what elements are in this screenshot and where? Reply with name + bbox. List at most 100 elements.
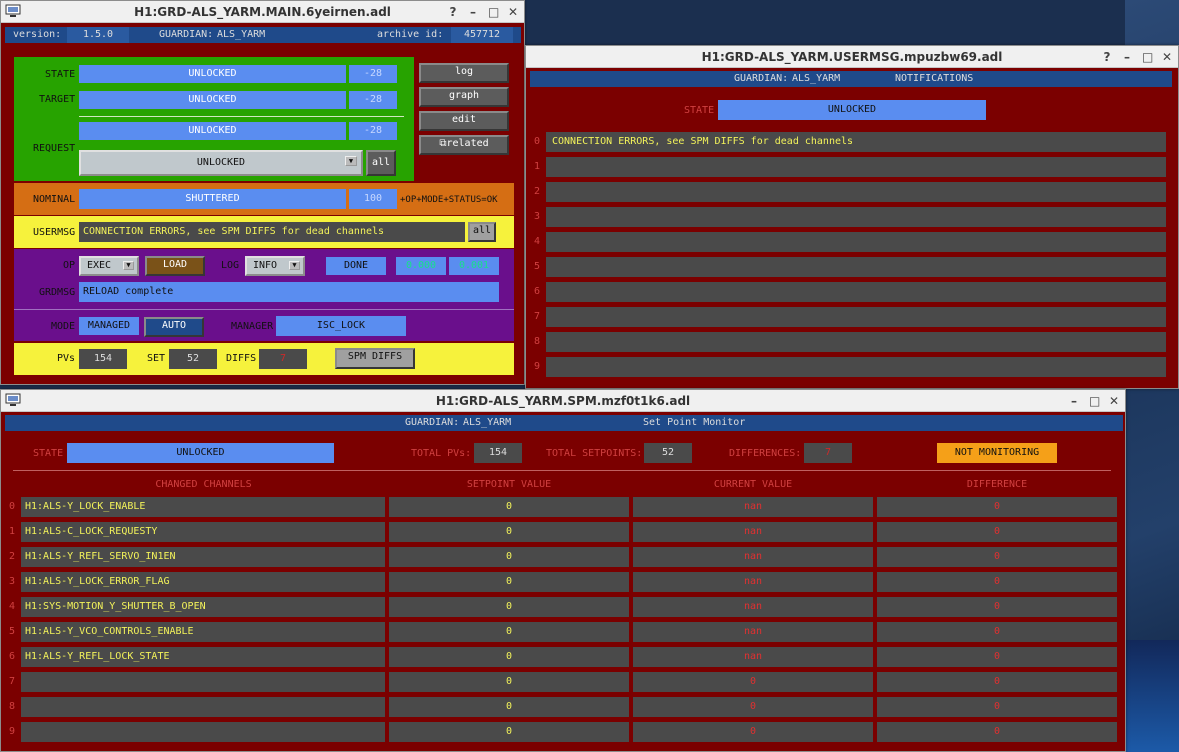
spm-header: GUARDIAN: ALS_YARM Set Point Monitor [5, 415, 1123, 431]
target-value: UNLOCKED [79, 91, 346, 109]
request-select-value: UNLOCKED [196, 157, 246, 168]
pvs-value: 154 [79, 349, 127, 369]
close-icon[interactable]: ✕ [508, 1, 518, 23]
total-pvs-value: 154 [474, 443, 522, 463]
channel-name: H1:ALS-Y_REFL_LOCK_STATE [21, 647, 385, 667]
total-setpoints-label: TOTAL SETPOINTS: [546, 448, 643, 459]
row-index: 5 [9, 626, 16, 637]
notification-row [546, 182, 1166, 202]
difference-value: 0 [877, 647, 1117, 667]
notification-index: 5 [534, 261, 541, 272]
channel-name: H1:ALS-Y_REFL_SERVO_IN1EN [21, 547, 385, 567]
col-current-value: CURRENT VALUE [713, 479, 793, 490]
row-index: 2 [9, 551, 16, 562]
state-label: STATE [45, 69, 76, 80]
notification-row [546, 357, 1166, 377]
setpoint-value: 0 [389, 597, 629, 617]
spm-titlebar[interactable]: H1:GRD-ALS_YARM.SPM.mzf0t1k6.adl – □ ✕ [1, 390, 1125, 412]
main-titlebar[interactable]: H1:GRD-ALS_YARM.MAIN.6yeirnen.adl ? – □ ✕ [1, 1, 524, 23]
desktop-glow [1125, 640, 1179, 752]
guardian-label: GUARDIAN: [405, 417, 460, 428]
related-button[interactable]: ⧉related [419, 135, 509, 155]
dropdown-icon: ▼ [345, 156, 357, 166]
difference-value: 0 [877, 672, 1117, 692]
auto-button[interactable]: AUTO [144, 317, 204, 337]
state-label: STATE [684, 105, 715, 116]
request-label: REQUEST [33, 143, 76, 154]
state-value: UNLOCKED [718, 100, 986, 120]
notification-index: 8 [534, 336, 541, 347]
col-difference: DIFFERENCE [966, 479, 1028, 490]
maximize-icon[interactable]: □ [488, 1, 499, 23]
op-select-value: EXEC [87, 260, 112, 271]
current-value: nan [633, 572, 873, 592]
notification-index: 4 [534, 236, 541, 247]
difference-value: 0 [877, 522, 1117, 542]
spm-diffs-button[interactable]: SPM DIFFS [335, 348, 415, 369]
minimize-icon[interactable]: – [1122, 46, 1132, 68]
graph-button[interactable]: graph [419, 87, 509, 107]
current-value: nan [633, 622, 873, 642]
archive-id: 457712 [451, 27, 513, 43]
difference-value: 0 [877, 597, 1117, 617]
notification-index: 0 [534, 136, 541, 147]
notification-index: 3 [534, 211, 541, 222]
channel-name: H1:ALS-Y_LOCK_ERROR_FLAG [21, 572, 385, 592]
diffs-label: DIFFS [226, 353, 257, 364]
op-label: OP [63, 260, 76, 271]
minimize-icon[interactable]: – [1069, 390, 1079, 412]
difference-value: 0 [877, 697, 1117, 717]
maximize-icon[interactable]: □ [1089, 390, 1100, 412]
help-icon[interactable]: ? [448, 1, 458, 23]
close-icon[interactable]: ✕ [1109, 390, 1119, 412]
target-label: TARGET [39, 94, 76, 105]
current-value: nan [633, 647, 873, 667]
row-index: 4 [9, 601, 16, 612]
guardian-label: GUARDIAN: [734, 73, 789, 84]
channel-name: H1:ALS-Y_VCO_CONTROLS_ENABLE [21, 622, 385, 642]
monitoring-status: NOT MONITORING [937, 443, 1057, 463]
request-value: UNLOCKED [79, 122, 346, 140]
op-divider [14, 309, 514, 310]
request-all-button[interactable]: all [366, 150, 396, 176]
usermsg-titlebar[interactable]: H1:GRD-ALS_YARM.USERMSG.mpuzbw69.adl ? – □… [526, 46, 1178, 68]
setpoint-value: 0 [389, 722, 629, 742]
log-button[interactable]: log [419, 63, 509, 83]
state-label: STATE [33, 448, 64, 459]
guardian-name: ALS_YARM [792, 73, 841, 84]
edit-button[interactable]: edit [419, 111, 509, 131]
col-setpoint-value: SETPOINT VALUE [466, 479, 552, 490]
setpoint-value: 0 [389, 497, 629, 517]
setpoint-value: 0 [389, 672, 629, 692]
state-divider [79, 116, 404, 117]
log-select[interactable]: INFO ▼ [245, 256, 305, 276]
load-button[interactable]: LOAD [145, 256, 205, 276]
request-num: -28 [349, 122, 397, 140]
current-value: nan [633, 597, 873, 617]
help-icon[interactable]: ? [1102, 46, 1112, 68]
spm-header-title: Set Point Monitor [643, 417, 746, 428]
close-icon[interactable]: ✕ [1162, 46, 1172, 68]
maximize-icon[interactable]: □ [1142, 46, 1153, 68]
row-index: 6 [9, 651, 16, 662]
minimize-icon[interactable]: – [468, 1, 478, 23]
notification-index: 2 [534, 186, 541, 197]
current-value: 0 [633, 672, 873, 692]
request-select[interactable]: UNLOCKED ▼ [79, 150, 363, 176]
log-label: LOG [221, 260, 240, 271]
set-label: SET [147, 353, 166, 364]
spm-window: H1:GRD-ALS_YARM.SPM.mzf0t1k6.adl – □ ✕ GUA… [0, 389, 1126, 752]
op-select[interactable]: EXEC ▼ [79, 256, 139, 276]
notification-index: 1 [534, 161, 541, 172]
total-setpoints-value: 52 [644, 443, 692, 463]
setpoint-value: 0 [389, 572, 629, 592]
difference-value: 0 [877, 622, 1117, 642]
notification-index: 6 [534, 286, 541, 297]
monitor-icon [5, 4, 21, 17]
usermsg-all-button[interactable]: all [468, 222, 496, 242]
main-title: H1:GRD-ALS_YARM.MAIN.6yeirnen.adl [134, 5, 391, 19]
notification-row [546, 257, 1166, 277]
row-index: 1 [9, 526, 16, 537]
current-value: 0 [633, 722, 873, 742]
manager-label: MANAGER [231, 321, 274, 332]
